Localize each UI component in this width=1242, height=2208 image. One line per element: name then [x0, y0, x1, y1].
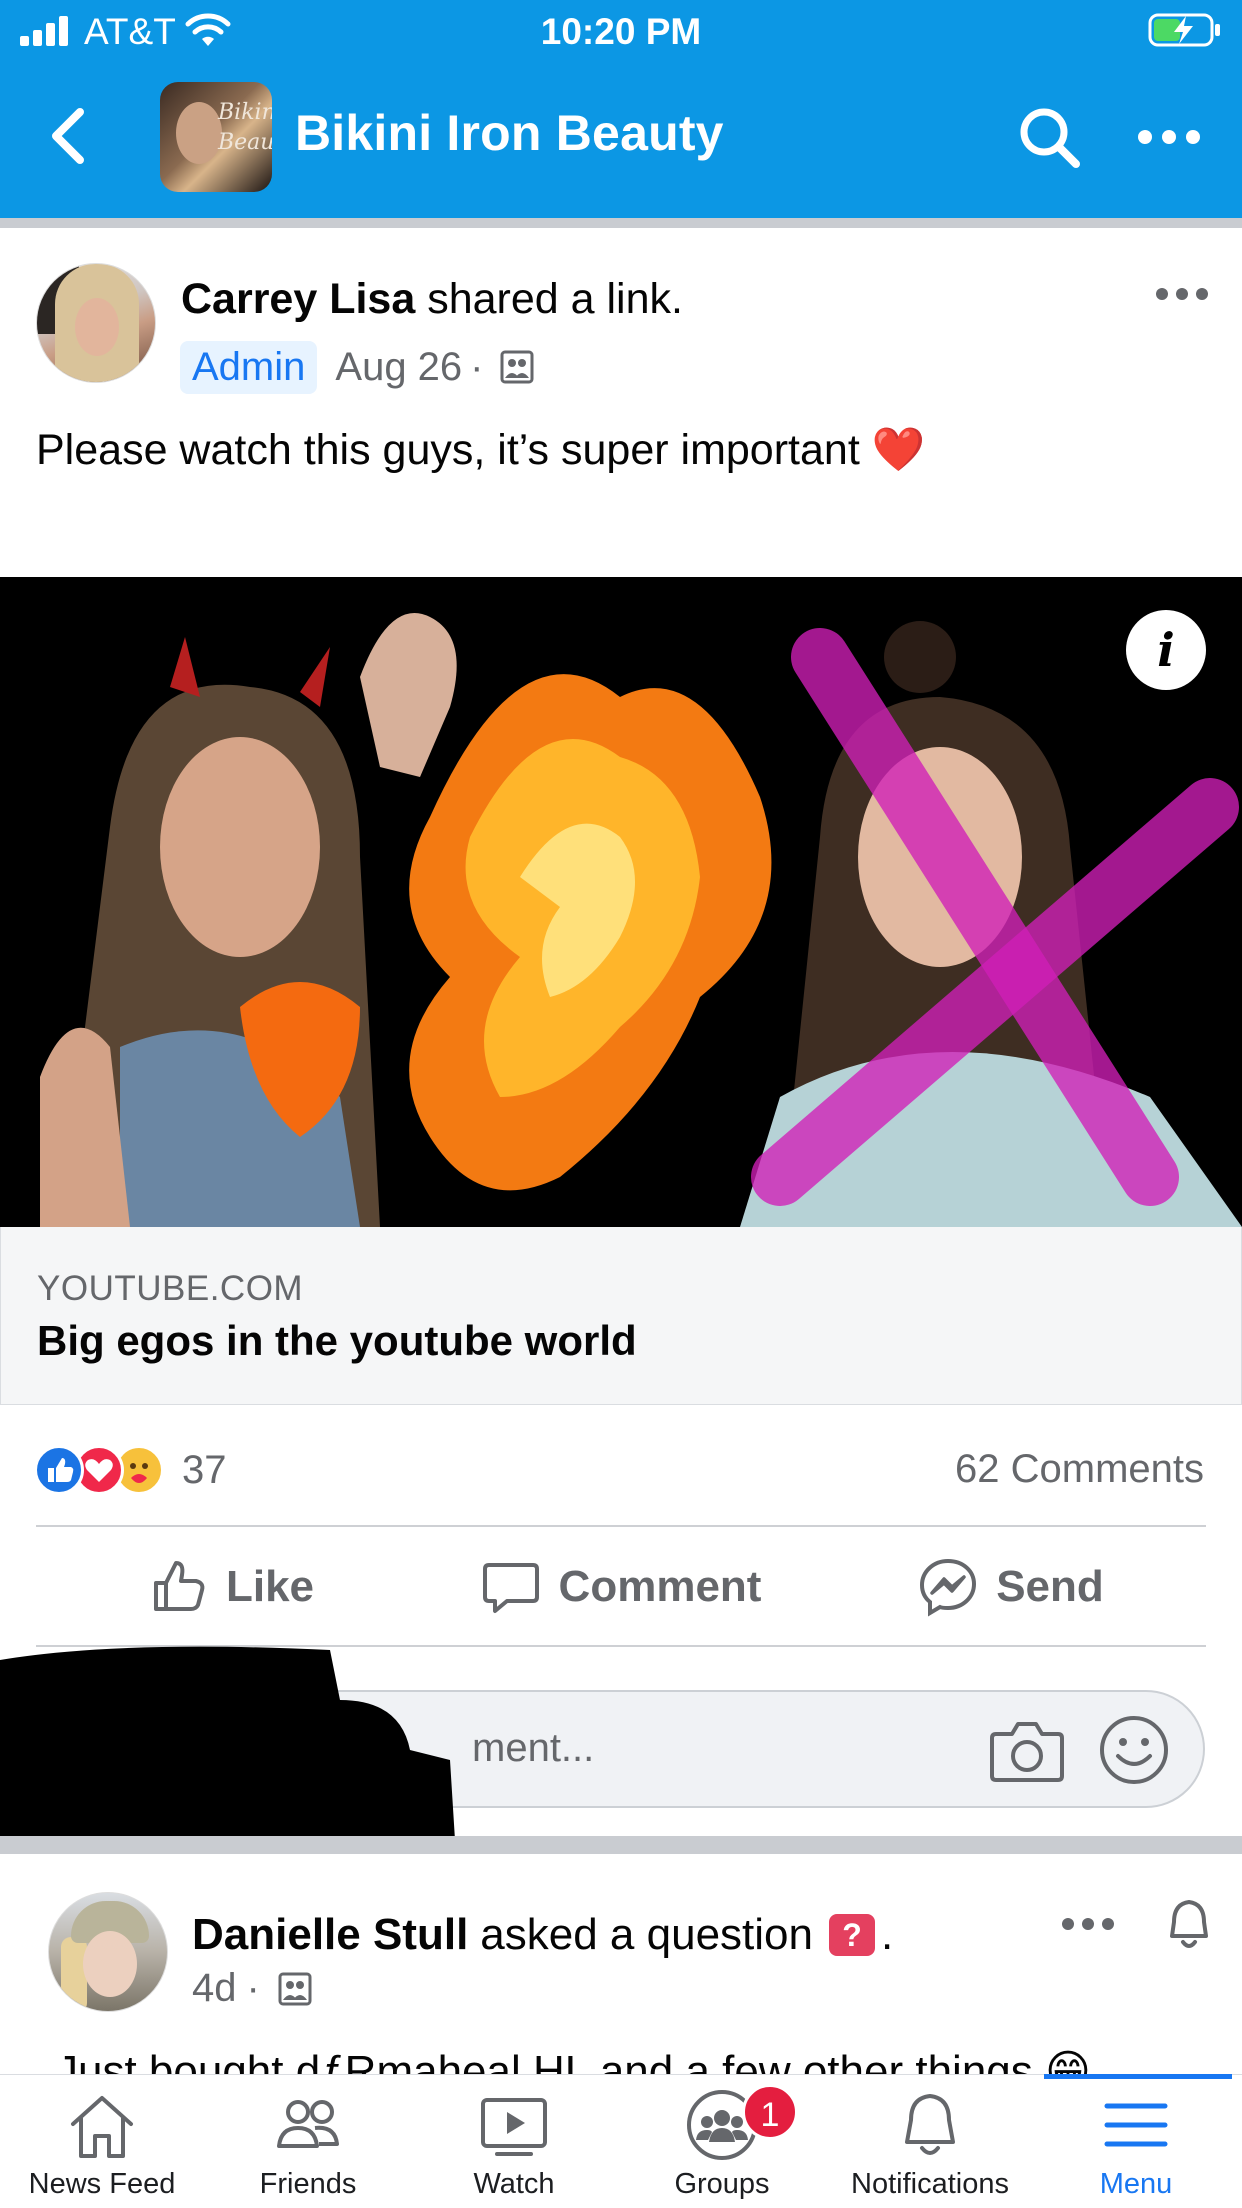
- comments-count[interactable]: 62 Comments: [955, 1447, 1204, 1492]
- post-date[interactable]: Aug 26: [335, 345, 462, 390]
- header-divider: [0, 218, 1242, 228]
- author-avatar[interactable]: [36, 263, 156, 383]
- send-button[interactable]: Send: [816, 1527, 1206, 1647]
- post-actions: Like Comment Send: [36, 1527, 1206, 1647]
- back-chevron-icon[interactable]: [46, 106, 92, 166]
- tab-watch[interactable]: Watch: [414, 2086, 614, 2204]
- post-header: Carrey Lisa shared a link.: [181, 275, 683, 324]
- search-icon[interactable]: [1016, 104, 1082, 170]
- friends-icon: [277, 2100, 339, 2148]
- messenger-icon: [920, 1558, 977, 1617]
- groups-notification-badge: 1: [742, 2084, 798, 2140]
- emoji-icon[interactable]: [1098, 1714, 1170, 1786]
- post-meta: Admin Aug 26 ·: [180, 338, 534, 396]
- meta-separator: ·: [246, 1966, 260, 2010]
- battery-charging-icon: [1148, 13, 1220, 47]
- comment-placeholder: ment...: [472, 1726, 595, 1770]
- link-preview-image[interactable]: [0, 577, 1242, 1227]
- author-name[interactable]: Danielle Stull: [192, 1910, 468, 1960]
- more-horizontal-icon[interactable]: [1136, 112, 1202, 162]
- clock: 10:20 PM: [540, 11, 702, 52]
- post-meta: 4d ·: [192, 1966, 312, 2011]
- question-icon: ?: [828, 1914, 875, 1956]
- tab-news-feed[interactable]: News Feed: [2, 2086, 202, 2204]
- post-action-text: shared a link.: [427, 275, 683, 323]
- home-icon: [71, 2096, 133, 2158]
- tab-menu[interactable]: Menu: [1036, 2086, 1236, 2204]
- post-text: Please watch this guys, it’s super impor…: [36, 426, 926, 474]
- menu-icon: [1104, 2103, 1168, 2147]
- active-tab-indicator: [1044, 2074, 1232, 2079]
- avatar-script-text: Bikin Beau: [218, 100, 272, 155]
- link-title: Big egos in the youtube world: [37, 1317, 637, 1364]
- comment-button[interactable]: Comment: [426, 1527, 816, 1647]
- page-title[interactable]: Bikini Iron Beauty: [295, 104, 724, 162]
- post-date[interactable]: 4d: [192, 1966, 237, 2011]
- post-header: Danielle Stull asked a question ? .: [192, 1910, 893, 1960]
- tab-friends[interactable]: Friends: [208, 2086, 408, 2204]
- status-bar: AT&T 10:20 PM: [0, 0, 1242, 62]
- thumbnail-illustration: [0, 577, 1242, 1227]
- link-domain: YOUTUBE.COM: [37, 1269, 304, 1308]
- comment-icon: [482, 1563, 539, 1613]
- post-text: Just bought dƒRmaheal HL and a few other…: [56, 2047, 1091, 2076]
- post-action-text: asked a question: [480, 1910, 813, 1959]
- author-avatar[interactable]: [48, 1892, 168, 2012]
- post-options-icon[interactable]: [1154, 282, 1210, 306]
- redaction-scribble: [0, 1646, 455, 1850]
- info-button[interactable]: i: [1126, 610, 1206, 690]
- thumbs-up-icon: [153, 1561, 205, 1611]
- tab-notifications[interactable]: Notifications: [830, 2086, 1030, 2204]
- reactions-summary[interactable]: 37: [34, 1444, 227, 1496]
- tab-groups[interactable]: Groups 1: [622, 2084, 822, 2204]
- like-button[interactable]: Like: [36, 1527, 426, 1647]
- watch-icon: [481, 2098, 547, 2156]
- reaction-count: 37: [182, 1447, 227, 1492]
- header-trailing-period: .: [880, 1910, 894, 1959]
- meta-separator: ·: [470, 344, 484, 389]
- post-options-icon[interactable]: [1060, 1912, 1116, 1936]
- like-reaction-icon: [34, 1445, 84, 1495]
- feed-separator: [0, 1836, 1242, 1854]
- group-privacy-icon: [278, 1972, 312, 2005]
- bell-icon: [905, 2094, 955, 2155]
- bell-icon[interactable]: [1162, 1896, 1216, 1952]
- group-privacy-icon: [500, 350, 533, 384]
- link-card[interactable]: YOUTUBE.COM Big egos in the youtube worl…: [0, 1227, 1242, 1405]
- author-name[interactable]: Carrey Lisa: [181, 275, 415, 323]
- camera-icon[interactable]: [990, 1714, 1064, 1786]
- page-avatar[interactable]: Bikin Beau: [160, 82, 272, 192]
- admin-badge: Admin: [180, 340, 318, 394]
- page-header: AT&T 10:20 PM Bikin Beau Bikini Iron Bea…: [0, 0, 1242, 218]
